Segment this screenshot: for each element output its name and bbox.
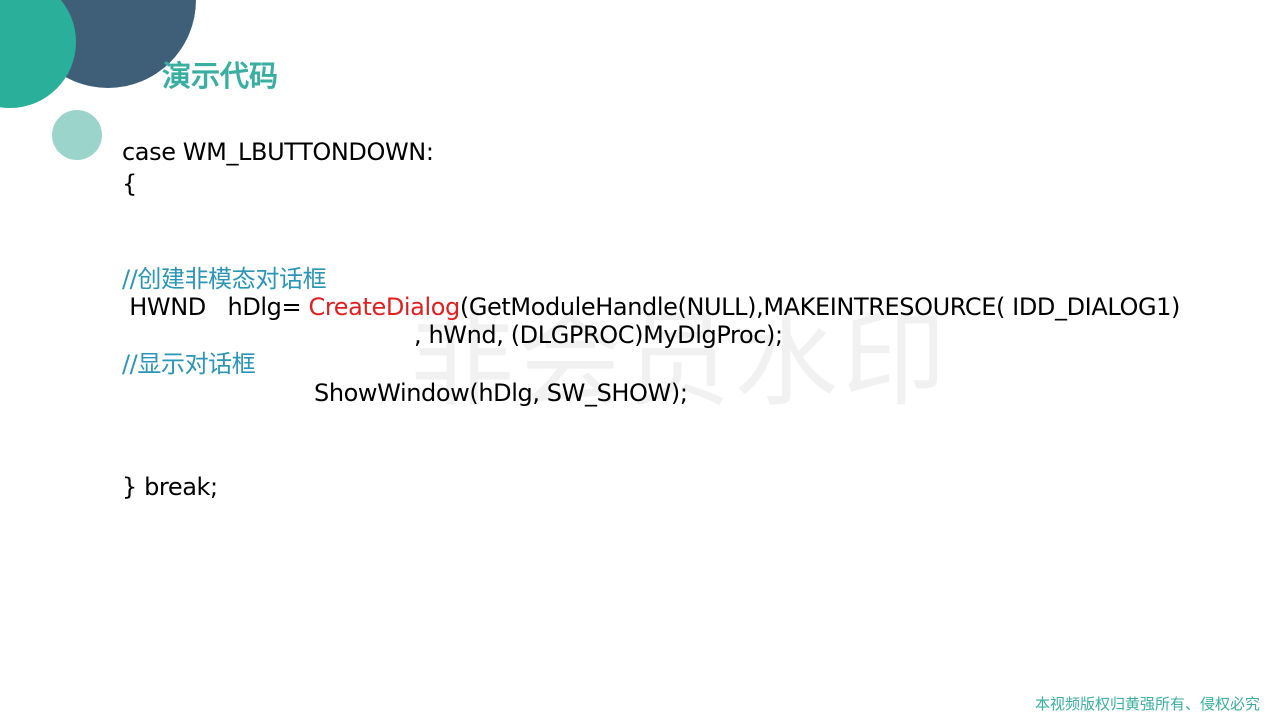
code-comment-show: //显示对话框 [122,350,256,378]
code-line-case: case WM_LBUTTONDOWN: [122,138,434,166]
code-line-create-dialog: HWND hDlg= CreateDialog(GetModuleHandle(… [122,292,1180,322]
slide: 演示代码 非会员水印 case WM_LBUTTONDOWN: { //创建非模… [0,0,1280,720]
code-function-name: CreateDialog [308,293,460,321]
code-line-break: } break; [122,473,218,501]
slide-title: 演示代码 [162,59,279,93]
decorative-circle-light [52,110,102,160]
code-line-show-window: ShowWindow(hDlg, SW_SHOW); [314,379,688,407]
decorative-circle-teal [0,0,76,108]
copyright-footer: 本视频版权归黄强所有、侵权必究 [1034,695,1260,713]
code-text-hwnd: HWND hDlg= [122,293,309,321]
code-line-args-continued: , hWnd, (DLGPROC)MyDlgProc); [414,321,783,349]
code-text-args: (GetModuleHandle(NULL),MAKEINTRESOURCE( … [459,293,1181,321]
code-line-open-brace: { [122,170,137,198]
code-comment-create: //创建非模态对话框 [122,265,327,293]
